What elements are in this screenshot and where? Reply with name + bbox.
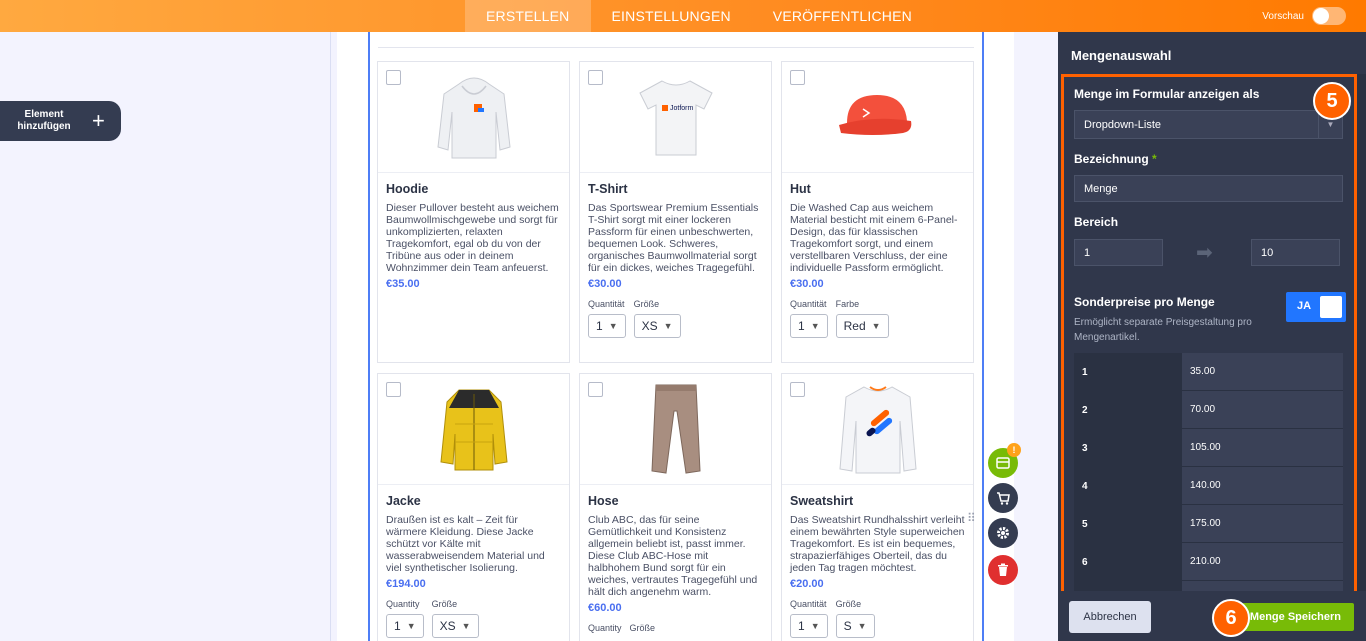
- product-title: Jacke: [386, 494, 421, 508]
- chevron-down-icon: ▼: [461, 621, 471, 631]
- chevron-down-icon: ▼: [663, 321, 673, 331]
- highlight-frame: [1061, 74, 1357, 641]
- tab-erstellen[interactable]: ERSTELLEN: [465, 0, 591, 32]
- tab-einstellungen[interactable]: EINSTELLUNGEN: [591, 0, 752, 32]
- option-label: Quantität: [790, 299, 827, 309]
- chevron-down-icon: ▼: [810, 321, 820, 331]
- quantity-select[interactable]: 1 ▼: [588, 314, 626, 338]
- option-label: Quantität: [588, 299, 625, 309]
- product-card-sweatshirt: Sweatshirt Das Sweatshirt Rundhalsshirt …: [781, 373, 974, 641]
- top-navigation-bar: ERSTELLEN EINSTELLUNGEN VERÖFFENTLICHEN …: [0, 0, 1366, 32]
- warning-badge: !: [1007, 443, 1021, 457]
- preview-toggle[interactable]: [1312, 7, 1346, 25]
- tshirt-image: Jotform: [580, 62, 771, 173]
- quantity-select[interactable]: 1 ▼: [790, 314, 828, 338]
- chevron-down-icon: ▼: [406, 621, 416, 631]
- product-card-tshirt: Jotform T-Shirt Das Sportswear Premium E…: [579, 61, 772, 363]
- divider: [378, 47, 974, 48]
- quantity-select[interactable]: 1 ▼: [386, 614, 424, 638]
- product-options: Quantität 1 ▼ Größe XS ▼: [588, 299, 763, 338]
- jacket-image: [378, 374, 569, 485]
- option-label: Größe: [431, 599, 458, 609]
- plus-icon: +: [92, 108, 105, 133]
- cancel-button[interactable]: Abbrechen: [1069, 601, 1151, 633]
- tab-veroeffentlichen[interactable]: VERÖFFENTLICHEN: [752, 0, 933, 32]
- product-card-hut: Hut Die Washed Cap aus weichem Material …: [781, 61, 974, 363]
- gear-icon[interactable]: [988, 518, 1018, 548]
- product-title: T-Shirt: [588, 182, 628, 196]
- product-price: €194.00: [386, 578, 426, 590]
- add-element-label: Element hinzufügen: [17, 109, 71, 132]
- product-title: Sweatshirt: [790, 494, 854, 508]
- chevron-down-icon: ▼: [608, 321, 618, 331]
- option-label: Größe: [835, 599, 862, 609]
- preview-label: Vorschau: [1262, 10, 1304, 22]
- option-label: Farbe: [835, 299, 860, 309]
- product-options: Quantität 1 ▼ Farbe Red ▼: [790, 299, 965, 338]
- product-options: Quantity 1 ▼ Größe XS ▼: [386, 599, 561, 638]
- add-element-button[interactable]: Element hinzufügen +: [0, 101, 121, 141]
- product-options: Quantität 1 ▼ Größe S ▼: [790, 599, 965, 638]
- option-label: Größe: [633, 299, 660, 309]
- panel-scrollbar[interactable]: [1357, 74, 1366, 591]
- product-description: Die Washed Cap aus weichem Material best…: [790, 202, 958, 274]
- tshirt-logo-text: Jotform: [670, 105, 694, 112]
- product-title: Hut: [790, 182, 811, 196]
- save-quantity-button[interactable]: Menge Speichern: [1233, 603, 1354, 631]
- product-card-hoodie: Hoodie Dieser Pullover besteht aus weich…: [377, 61, 570, 363]
- step-marker-5: 5: [1313, 82, 1351, 120]
- product-title: Hoodie: [386, 182, 429, 196]
- chevron-down-icon: ▼: [871, 321, 881, 331]
- product-title: Hose: [588, 494, 619, 508]
- hoodie-image: [378, 62, 569, 173]
- product-price: €30.00: [790, 278, 824, 290]
- product-description: Das Sweatshirt Rundhalsshirt verleiht ei…: [790, 514, 965, 574]
- size-select[interactable]: S ▼: [835, 614, 875, 638]
- option-label: Quantität: [790, 599, 827, 609]
- left-panel: Element hinzufügen +: [0, 32, 331, 641]
- preview-control: Vorschau: [1262, 0, 1346, 32]
- product-card-hose: Hose Club ABC, das für seine Gemütlichke…: [579, 373, 772, 641]
- quantity-select[interactable]: 1 ▼: [790, 614, 828, 638]
- option-label: Quantity: [588, 623, 622, 633]
- product-price: €30.00: [588, 278, 622, 290]
- step-marker-6: 6: [1212, 599, 1250, 637]
- option-label: Quantity: [386, 599, 420, 609]
- chevron-down-icon: ▼: [857, 621, 867, 631]
- builder-tabs: ERSTELLEN EINSTELLUNGEN VERÖFFENTLICHEN: [465, 0, 933, 32]
- color-select[interactable]: Red ▼: [835, 314, 889, 338]
- pants-image: [580, 374, 771, 485]
- product-price: €35.00: [386, 278, 420, 290]
- product-description: Dieser Pullover besteht aus weichem Baum…: [386, 202, 559, 274]
- sweatshirt-image: [782, 374, 973, 485]
- drag-handle-icon[interactable]: ⠿: [967, 511, 976, 525]
- product-description: Draußen ist es kalt – Zeit für wärmere K…: [386, 514, 545, 574]
- size-select[interactable]: XS ▼: [633, 314, 681, 338]
- trash-icon[interactable]: [988, 555, 1018, 585]
- product-price: €20.00: [790, 578, 824, 590]
- option-label: Größe: [629, 623, 656, 633]
- panel-title: Mengenauswahl: [1071, 48, 1172, 63]
- product-options: Quantity Größe: [588, 623, 763, 638]
- chevron-down-icon: ▼: [810, 621, 820, 631]
- product-description: Das Sportswear Premium Essentials T-Shir…: [588, 202, 759, 274]
- product-description: Club ABC, das für seine Gemütlichkeit un…: [588, 514, 758, 598]
- cart-icon[interactable]: [988, 483, 1018, 513]
- cap-image: [782, 62, 973, 173]
- size-select[interactable]: XS ▼: [431, 614, 479, 638]
- product-price: €60.00: [588, 602, 622, 614]
- product-card-jacke: Jacke Draußen ist es kalt – Zeit für wär…: [377, 373, 570, 641]
